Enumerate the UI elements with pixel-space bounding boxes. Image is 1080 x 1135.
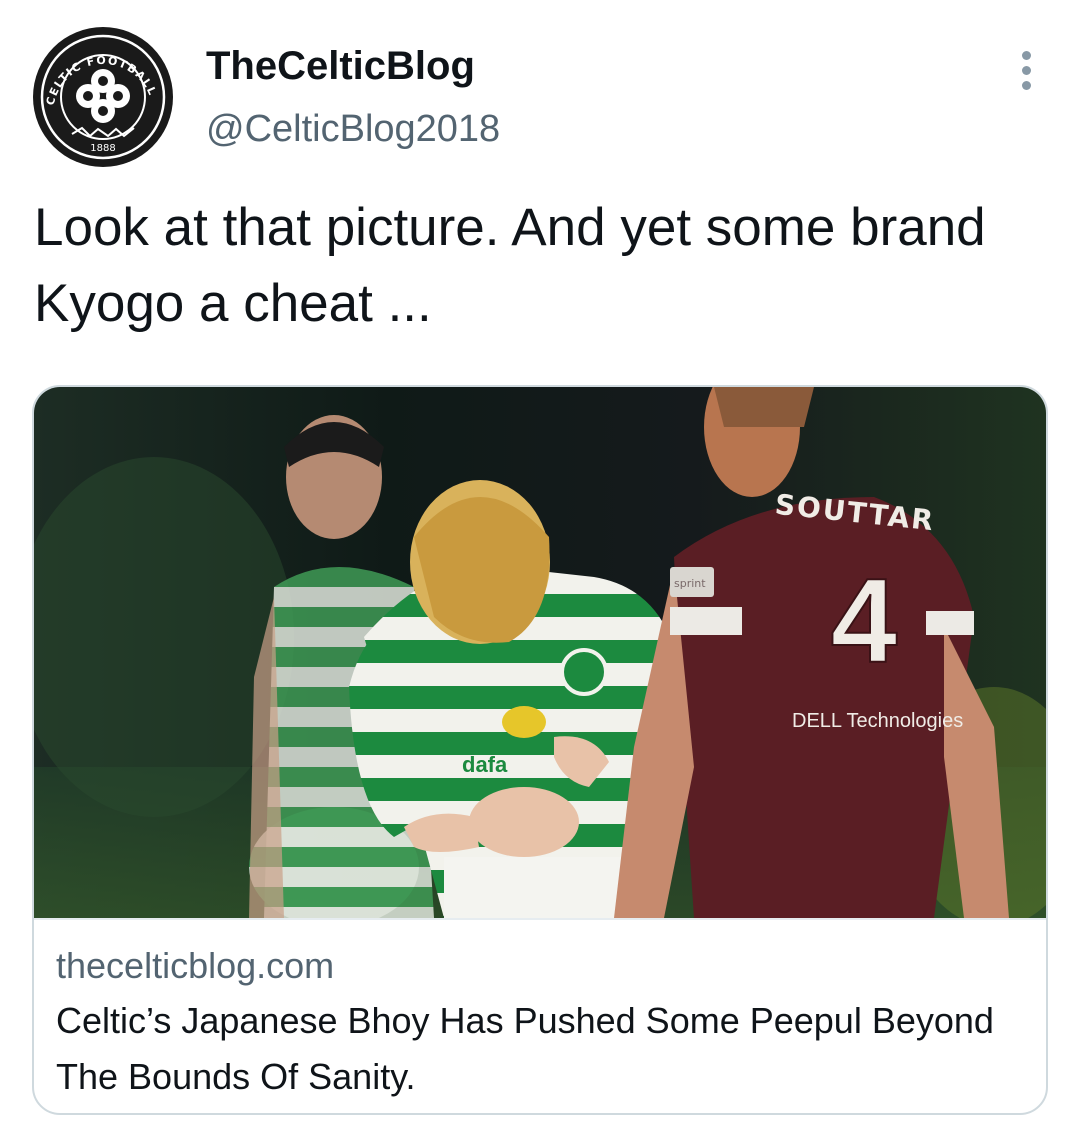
avatar[interactable]: THE CELTIC FOOTBALL CLUB 1888	[32, 26, 174, 168]
card-title[interactable]: Celtic’s Japanese Bhoy Has Pushed Some P…	[56, 993, 1026, 1105]
user-handle[interactable]: @CelticBlog2018	[206, 104, 500, 154]
player-number-text: 4	[831, 554, 898, 688]
football-photo: dafa sprint SOUTTAR 4 DELL Technologies	[34, 387, 1046, 918]
avatar-year: 1888	[90, 143, 115, 154]
shirt-sponsor-text: dafa	[462, 752, 508, 777]
celtic-crest-icon: THE CELTIC FOOTBALL CLUB 1888	[32, 26, 173, 167]
sleeve-sponsor-text: sprint	[674, 577, 706, 590]
card-domain[interactable]: thecelticblog.com	[56, 943, 334, 989]
tweet-text: Look at that picture. And yet some brand…	[34, 198, 986, 333]
more-options-button[interactable]	[1004, 44, 1048, 96]
more-vertical-icon-dot	[1021, 80, 1031, 90]
tweet: THE CELTIC FOOTBALL CLUB 1888 TheCelticB…	[0, 0, 1080, 1135]
link-card[interactable]: dafa sprint SOUTTAR 4 DELL Technologies …	[32, 385, 1048, 1115]
more-vertical-icon-dot	[1021, 65, 1031, 75]
card-divider	[34, 918, 1046, 920]
kit-sponsor-text: DELL Technologies	[792, 710, 963, 732]
display-name[interactable]: TheCelticBlog	[206, 40, 475, 92]
card-image[interactable]: dafa sprint SOUTTAR 4 DELL Technologies	[34, 387, 1046, 918]
more-vertical-icon	[1021, 50, 1031, 60]
